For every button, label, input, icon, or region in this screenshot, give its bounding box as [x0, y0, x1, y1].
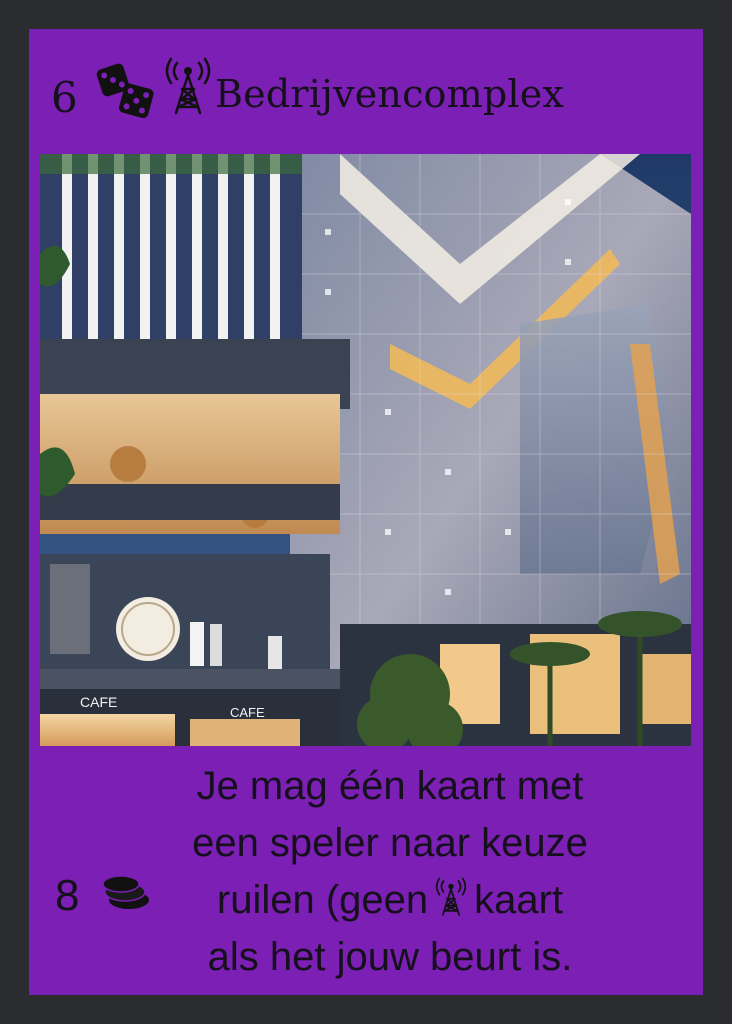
card-title: Bedrijvencomplex — [215, 72, 565, 116]
card-footer: 8 Je mag één kaart met een speler naar k… — [29, 746, 703, 995]
effect-line-2: een speler naar keuze — [192, 821, 588, 865]
effect-line-3-end: kaart — [474, 878, 564, 922]
radio-tower-icon — [165, 57, 211, 115]
card-header: 6 Bedrijvencomplex — [29, 29, 703, 155]
card-effect-text: Je mag één kaart met een speler naar keu… — [155, 758, 625, 986]
card-cost: 8 — [55, 871, 80, 920]
cafe-sign-right: CAFE — [230, 705, 265, 720]
radio-tower-icon — [436, 877, 467, 916]
building-card[interactable]: 6 Bedrijvencomplex CAFE CAFE 8 Je mag éé… — [29, 29, 703, 995]
effect-line-1: Je mag één kaart met — [196, 764, 584, 808]
effect-line-3: ruilen (geen kaart — [155, 872, 625, 929]
coins-icon — [102, 875, 149, 909]
building-illustration: CAFE CAFE — [40, 154, 691, 746]
effect-line-4: als het jouw beurt is. — [207, 935, 573, 979]
cafe-sign-left: CAFE — [80, 694, 117, 710]
activation-roll-number: 6 — [51, 73, 78, 122]
dice-icon — [96, 63, 154, 119]
effect-line-3-start: ruilen (geen — [216, 878, 429, 922]
